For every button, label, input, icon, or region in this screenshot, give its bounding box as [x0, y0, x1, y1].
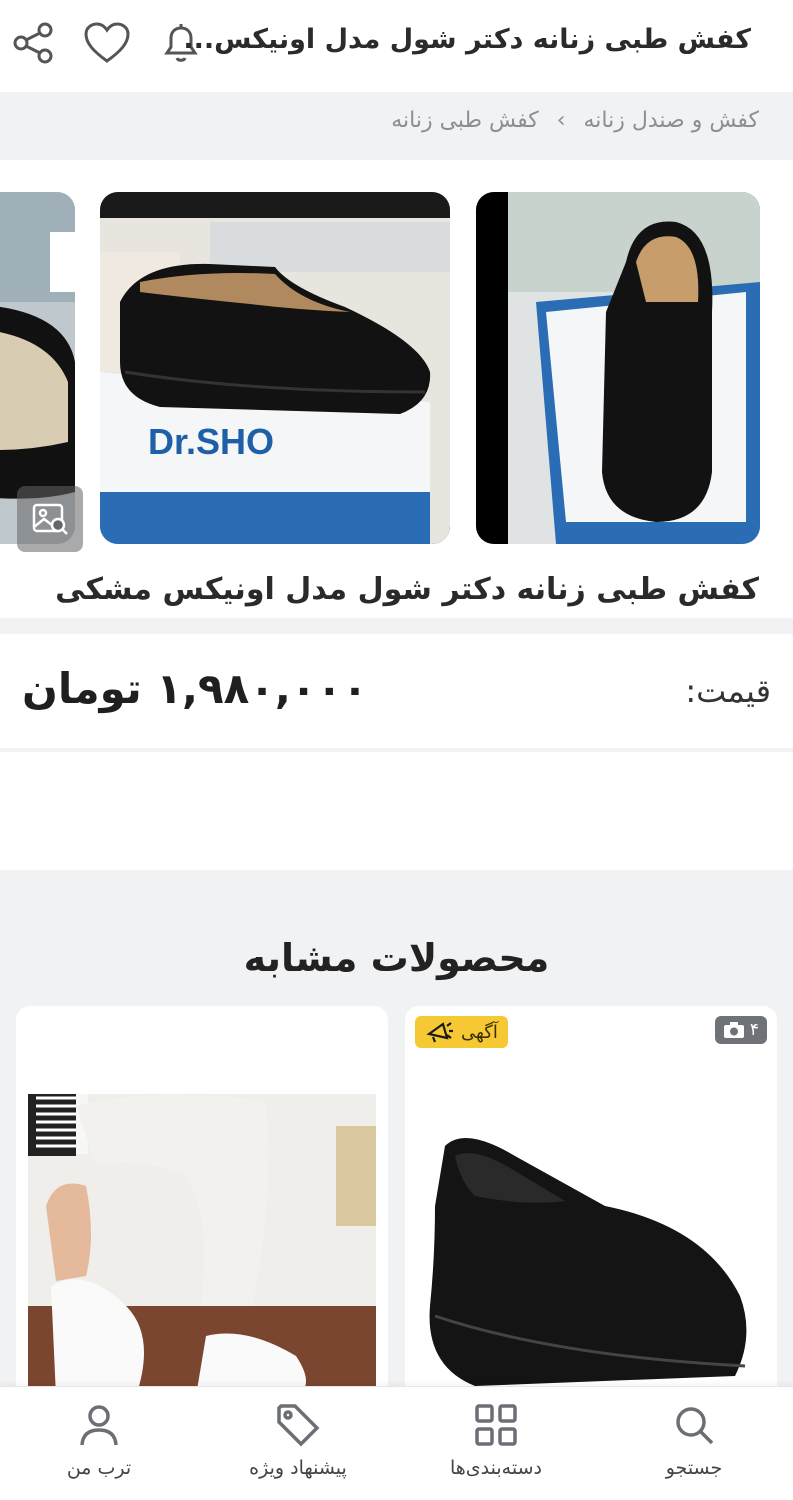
product-title: کفش طبی زنانه دکتر شول مدل اونیکس مشکی [55, 572, 759, 607]
similar-products-section: محصولات مشابه ۴ آگهی [0, 870, 793, 1406]
nav-item-categories[interactable]: دسته‌بندی‌ها [397, 1387, 595, 1500]
breadcrumb-separator: › [556, 108, 566, 133]
product-image-gallery[interactable]: Dr.SHO [0, 160, 793, 560]
camera-icon [723, 1022, 744, 1038]
breadcrumb: کفش و صندل زنانه › کفش طبی زنانه [0, 92, 793, 160]
nav-label: دسته‌بندی‌ها [450, 1457, 542, 1479]
nav-item-search[interactable]: جستجو [595, 1387, 793, 1500]
page-title: کفش طبی زنانه دکتر شول مدل اونیکس... [183, 24, 751, 55]
breadcrumb-item-women-shoes[interactable]: کفش و صندل زنانه [584, 108, 759, 133]
ad-badge-label: آگهی [461, 1021, 498, 1043]
divider [0, 748, 793, 752]
price-value: ۱,۹۸۰,۰۰۰ تومان [22, 664, 368, 713]
image-search-icon [32, 503, 68, 535]
price-label: قیمت: [685, 672, 771, 710]
product-image-2[interactable]: Dr.SHO [100, 192, 450, 544]
nav-label: پیشنهاد ویژه [249, 1457, 347, 1479]
box-brand-text: Dr.SHO [148, 421, 274, 462]
bottom-navigation: جستجو دسته‌بندی‌ها پیشنهاد ویژه ترب من [0, 1386, 793, 1500]
photo-count: ۴ [749, 1020, 759, 1040]
product-image-1[interactable] [476, 192, 760, 544]
divider [0, 618, 793, 634]
top-app-bar: کفش طبی زنانه دکتر شول مدل اونیکس... [0, 0, 793, 92]
similar-product-card[interactable] [16, 1006, 388, 1406]
nav-item-my-torob[interactable]: ترب من [0, 1387, 198, 1500]
nav-label: ترب من [66, 1457, 132, 1479]
tag-icon [274, 1401, 322, 1449]
nav-label: جستجو [665, 1457, 723, 1479]
share-icon[interactable] [8, 18, 58, 68]
search-icon [670, 1401, 718, 1449]
heart-icon[interactable] [82, 18, 132, 68]
similar-product-card[interactable]: ۴ آگهی [405, 1006, 777, 1406]
similar-products-title: محصولات مشابه [243, 936, 550, 980]
ad-badge: آگهی [415, 1016, 508, 1048]
gallery-view-button[interactable] [17, 486, 83, 552]
photo-count-badge: ۴ [714, 1016, 767, 1044]
user-icon [75, 1401, 123, 1449]
grid-icon [472, 1401, 520, 1449]
megaphone-icon [426, 1022, 453, 1043]
breadcrumb-item-medical-shoes[interactable]: کفش طبی زنانه [391, 108, 539, 133]
nav-item-special-offer[interactable]: پیشنهاد ویژه [199, 1387, 397, 1500]
